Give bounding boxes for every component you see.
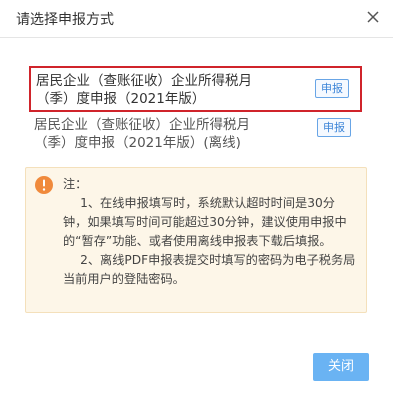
notice-text: 注： 1、在线申报填写时，系统默认超时时间是30分钟，如果填写时间可能超过30分…: [63, 175, 358, 289]
close-icon[interactable]: [365, 9, 381, 25]
declaration-method-dialog: 请选择申报方式 居民企业（查账征收）企业所得税月 （季）度申报（2021年版） …: [0, 0, 393, 402]
notice-heading: 注：: [63, 177, 88, 191]
option-label-line1: 居民企业（查账征收）企业所得税月: [34, 117, 250, 133]
option-label-line1: 居民企业（查账征收）企业所得税月: [36, 73, 252, 89]
declare-offline-button[interactable]: 申报: [317, 118, 351, 137]
notice-item-timeout: 1、在线申报填写时，系统默认超时时间是30分钟，如果填写时间可能超过30分钟，建…: [63, 196, 347, 248]
dialog-title: 请选择申报方式: [16, 12, 114, 28]
dialog-header: 请选择申报方式: [0, 0, 393, 38]
close-button[interactable]: 关闭: [313, 353, 369, 381]
option-offline-declaration[interactable]: 居民企业（查账征收）企业所得税月 （季）度申报（2021年版）(离线) 申报: [29, 112, 362, 158]
option-label-line2: （季）度申报（2021年版）(离线): [34, 135, 241, 151]
option-online-declaration[interactable]: 居民企业（查账征收）企业所得税月 （季）度申报（2021年版） 申报: [29, 66, 362, 112]
option-list: 居民企业（查账征收）企业所得税月 （季）度申报（2021年版） 申报 居民企业（…: [29, 66, 362, 158]
option-label: 居民企业（查账征收）企业所得税月 （季）度申报（2021年版）(离线): [34, 116, 304, 152]
notice-item-password: 2、离线PDF申报表提交时填写的密码为电子税务局当前用户的登陆密码。: [63, 253, 356, 286]
declare-button[interactable]: 申报: [315, 79, 349, 98]
warning-icon: [35, 176, 53, 194]
notice-box: 注： 1、在线申报填写时，系统默认超时时间是30分钟，如果填写时间可能超过30分…: [25, 167, 367, 313]
option-label-line2: （季）度申报（2021年版）: [36, 91, 206, 107]
option-label: 居民企业（查账征收）企业所得税月 （季）度申报（2021年版）: [36, 72, 306, 108]
